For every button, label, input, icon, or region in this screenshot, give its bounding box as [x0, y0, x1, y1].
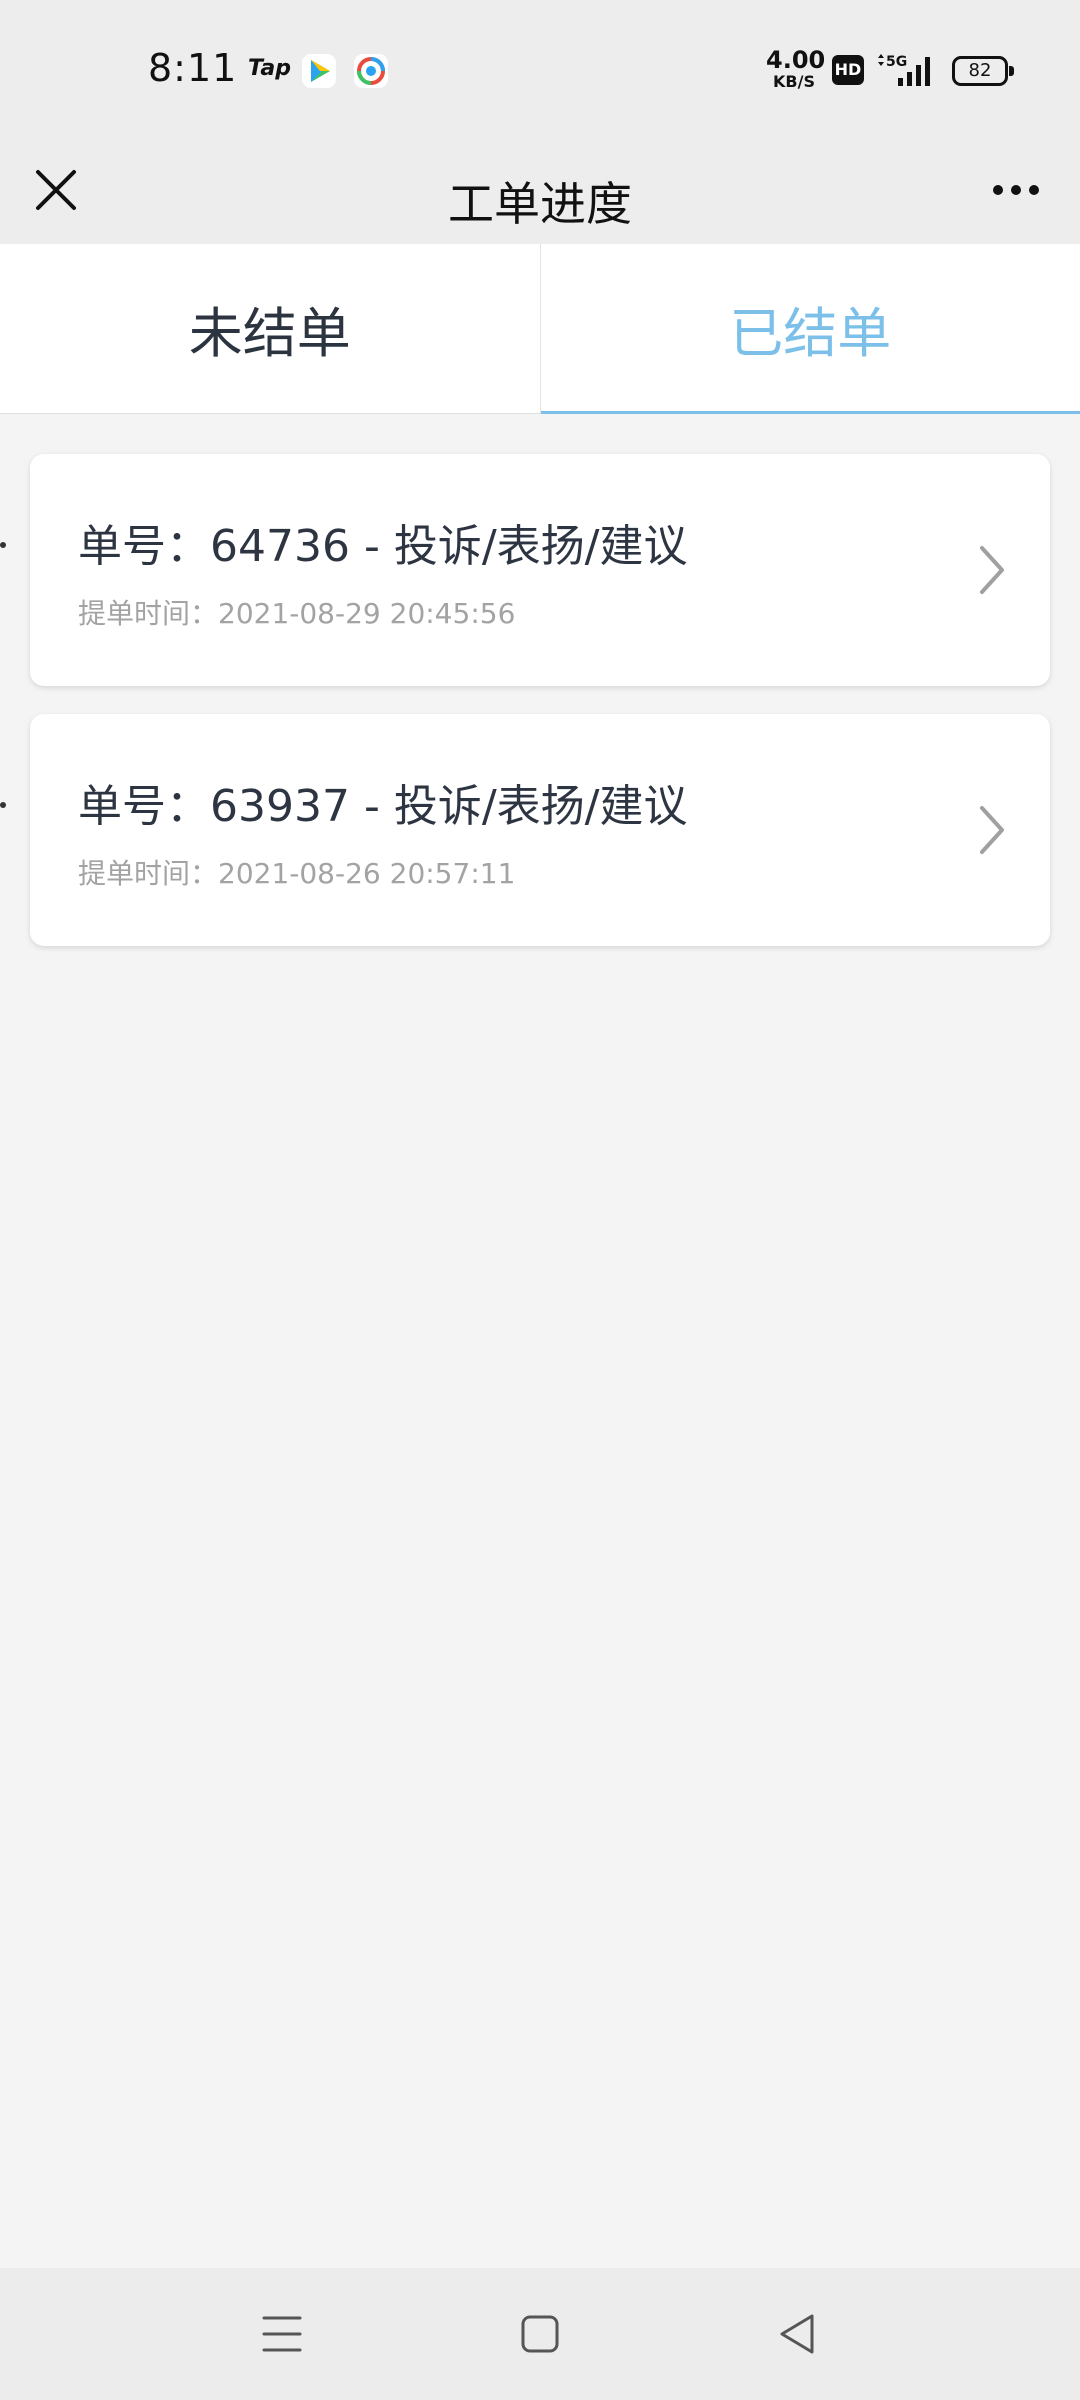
order-title: 单号：63937 - 投诉/表扬/建议 [78, 781, 688, 832]
order-status-tabs: 未结单 已结单 [0, 244, 1080, 414]
order-submit-time: 提单时间：2021-08-26 20:57:11 [78, 857, 516, 890]
network-speed-value: 4.00 [766, 46, 826, 74]
network-speed-unit: KB/S [773, 72, 815, 91]
list-bullet [0, 802, 6, 808]
order-card[interactable]: 单号：63937 - 投诉/表扬/建议 提单时间：2021-08-26 20:5… [0, 714, 1050, 946]
signal-5g-icon: 5G [876, 52, 940, 88]
back-triangle-icon [780, 2314, 814, 2354]
status-bar: 8:11 Tap 4.00 KB/S HD 5G 82 [0, 0, 1080, 140]
chevron-right-icon [980, 806, 1004, 854]
home-square-icon [521, 2315, 559, 2353]
page-title: 工单进度 [448, 177, 632, 231]
order-list: 单号：64736 - 投诉/表扬/建议 提单时间：2021-08-29 20:4… [0, 454, 1050, 974]
order-card[interactable]: 单号：64736 - 投诉/表扬/建议 提单时间：2021-08-29 20:4… [0, 454, 1050, 686]
system-nav-bar [0, 2268, 1080, 2400]
back-button[interactable] [768, 2304, 828, 2364]
tap-app-icon: Tap [248, 56, 291, 81]
order-submit-time: 提单时间：2021-08-29 20:45:56 [78, 597, 516, 630]
status-time: 8:11 [148, 46, 238, 90]
order-title: 单号：64736 - 投诉/表扬/建议 [78, 521, 688, 572]
network-speed: 4.00 KB/S [766, 46, 826, 91]
video-app-icon [302, 54, 336, 88]
chevron-right-icon [980, 546, 1004, 594]
battery-level: 82 [968, 60, 992, 81]
tab-open-orders[interactable]: 未结单 [0, 244, 540, 413]
more-options-button[interactable] [974, 150, 1058, 234]
tab-closed-orders[interactable]: 已结单 [539, 244, 1080, 414]
title-bar: 工单进度 [0, 140, 1080, 244]
home-button[interactable] [510, 2304, 570, 2364]
list-bullet [0, 542, 6, 548]
menu-lines-icon [262, 2316, 302, 2352]
browser-app-icon [354, 54, 388, 88]
hd-icon: HD [832, 55, 864, 85]
battery-icon: 82 [952, 56, 1014, 86]
network-type-label: 5G [886, 54, 907, 70]
more-dots-icon [993, 185, 1039, 195]
recent-apps-button[interactable] [252, 2304, 312, 2364]
